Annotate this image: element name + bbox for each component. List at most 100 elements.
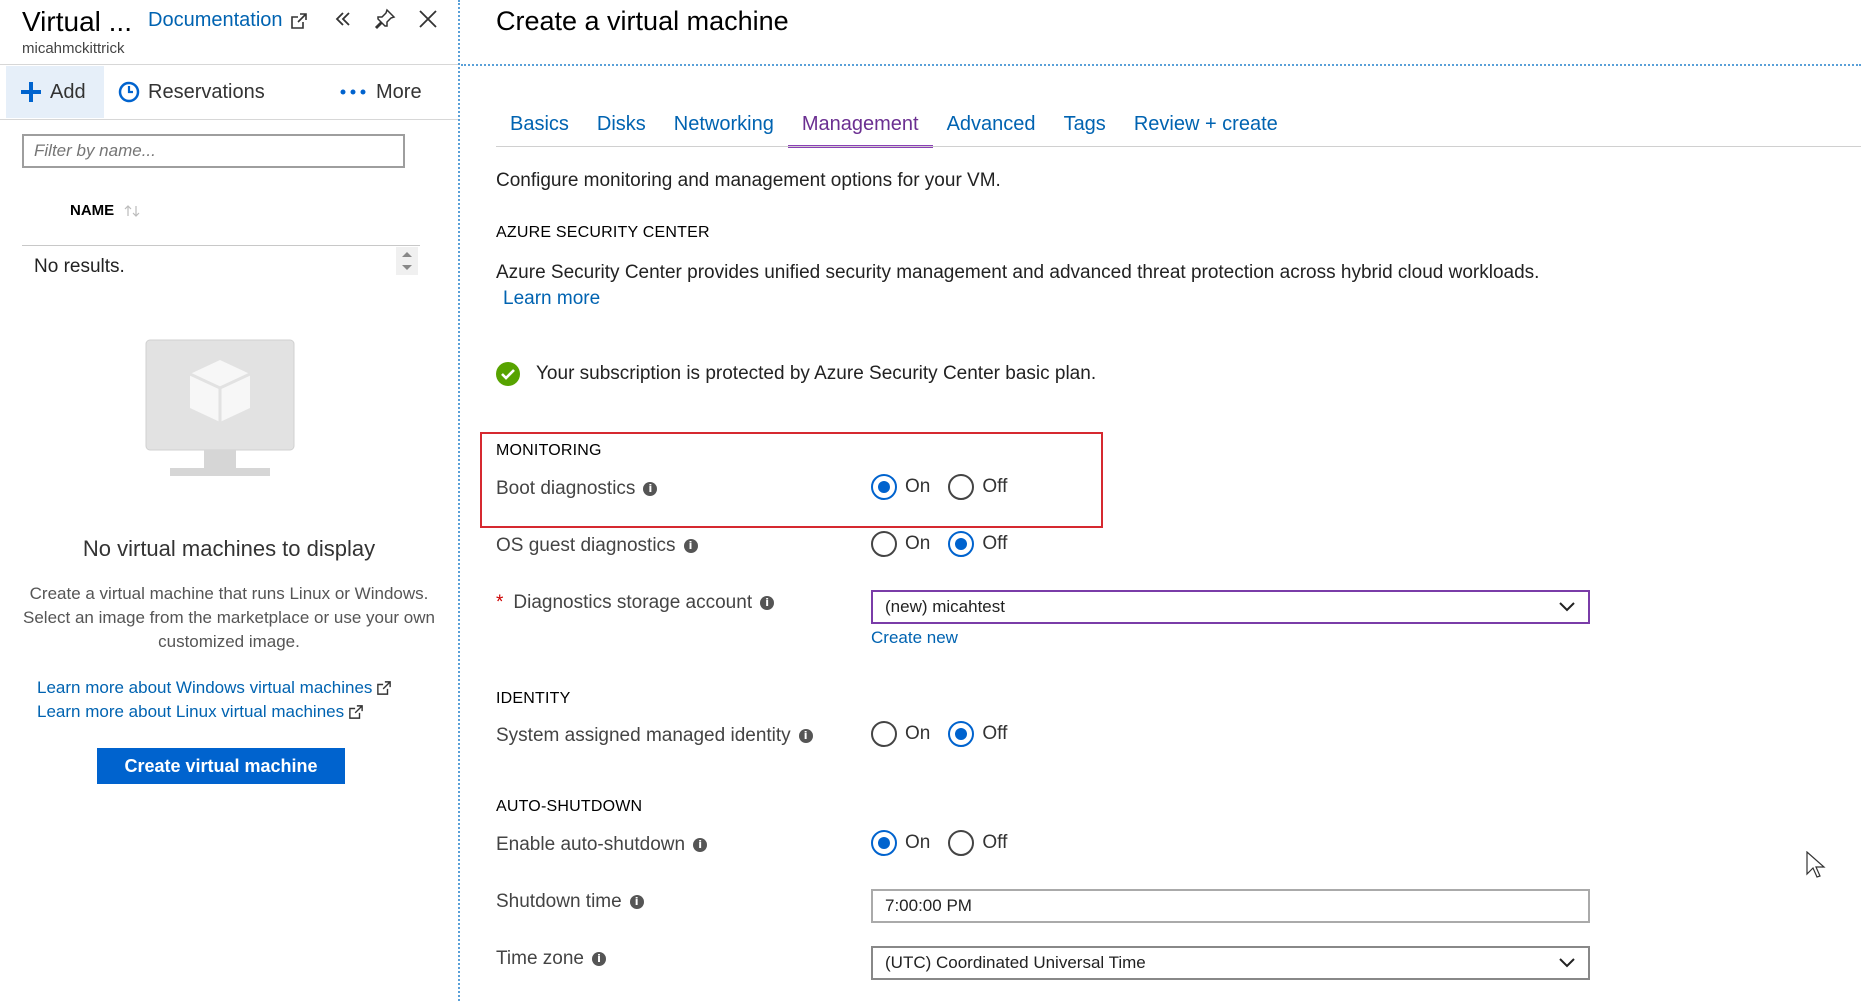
virtual-machine-icon [145,339,295,476]
storage-account-select[interactable]: (new) micahtest [871,590,1590,624]
documentation-link-label: Documentation [148,9,283,31]
clock-icon [118,81,140,103]
tab-basics[interactable]: Basics [496,110,583,148]
info-icon[interactable]: i [592,952,606,966]
sort-icon [124,204,140,217]
info-icon[interactable]: i [693,838,708,852]
radio-on-label: On [905,476,931,497]
create-new-link[interactable]: Create new [871,628,958,648]
section-heading-asc: AZURE SECURITY CENTER [496,224,710,241]
checkmark-circle-icon [496,362,520,386]
radio-off-label: Off [982,476,1008,497]
shutdown-time-input[interactable]: 7:00:00 PM [871,889,1590,923]
info-icon[interactable]: i [683,539,698,553]
list-scrollbar[interactable] [396,247,418,275]
add-button-label: Add [50,80,86,103]
documentation-link[interactable]: Documentation [148,9,307,32]
system-identity-text: System assigned managed identity [496,725,791,746]
info-icon[interactable]: i [798,729,813,743]
collapse-icon[interactable] [334,10,352,28]
name-column-label: NAME [70,202,115,219]
time-zone-text: Time zone [496,948,584,969]
auto-shutdown-radio-group: On Off [871,830,1007,856]
tab-tags[interactable]: Tags [1050,110,1120,148]
tab-networking[interactable]: Networking [660,110,788,148]
system-identity-radio-group: On Off [871,721,1007,747]
info-icon[interactable]: i [760,596,775,610]
plus-icon [21,82,41,102]
tab-management[interactable]: Management [787,110,933,148]
radio-selected-icon [948,531,975,557]
ellipsis-icon [340,89,366,95]
tabs-divider [496,146,1861,147]
info-icon[interactable]: i [643,482,658,496]
auto-shutdown-off-radio[interactable]: Off [948,830,1007,856]
reservations-button[interactable]: Reservations [118,66,265,118]
storage-account-label: * Diagnostics storage account i [496,592,775,614]
boot-diagnostics-radio-group: On Off [871,474,1007,500]
wizard-tabs: Basics Disks Networking Management Advan… [496,110,1292,148]
os-guest-diagnostics-off-radio[interactable]: Off [948,531,1007,557]
filter-input[interactable] [22,134,405,168]
os-guest-diagnostics-radio-group: On Off [871,531,1007,557]
radio-unselected-icon [948,830,975,856]
create-virtual-machine-button[interactable]: Create virtual machine [97,748,345,784]
external-link-icon [349,705,363,719]
section-heading-monitoring: MONITORING [496,442,602,459]
asc-learn-more-link[interactable]: Learn more [503,288,600,310]
empty-state-description: Create a virtual machine that runs Linux… [23,584,435,651]
chevron-down-icon [1559,958,1575,968]
tab-review-create[interactable]: Review + create [1120,110,1292,148]
radio-off-label: Off [982,533,1008,554]
blade-title: Virtual ... [22,6,132,37]
learn-windows-vm-link[interactable]: Learn more about Windows virtual machine… [37,678,392,698]
pin-icon[interactable] [374,8,396,30]
system-identity-off-radio[interactable]: Off [948,721,1007,747]
storage-account-text: Diagnostics storage account [513,592,753,613]
radio-off-label: Off [982,723,1008,744]
learn-windows-vm-label: Learn more about Windows virtual machine… [37,678,373,697]
more-button-label: More [376,80,422,103]
learn-linux-vm-link[interactable]: Learn more about Linux virtual machines [37,702,363,722]
name-column-header[interactable]: NAME [70,202,140,219]
auto-shutdown-on-radio[interactable]: On [871,830,930,856]
header-divider [461,64,1861,66]
tab-advanced[interactable]: Advanced [933,110,1050,148]
learn-linux-vm-label: Learn more about Linux virtual machines [37,702,345,721]
more-button[interactable]: More [340,66,422,118]
radio-selected-icon [871,830,897,856]
create-vm-blade: Create a virtual machine Basics Disks Ne… [461,0,1861,1001]
radio-selected-icon [948,721,975,747]
radio-unselected-icon [948,474,975,500]
boot-diagnostics-off-radio[interactable]: Off [948,474,1007,500]
time-zone-select[interactable]: (UTC) Coordinated Universal Time [871,946,1590,980]
mouse-cursor-icon [1806,851,1826,878]
info-icon[interactable]: i [629,895,644,909]
os-guest-diagnostics-text: OS guest diagnostics [496,535,676,556]
boot-diagnostics-label: Boot diagnostics i [496,478,658,500]
command-bar-divider [0,119,458,120]
section-heading-auto-shutdown: AUTO-SHUTDOWN [496,798,643,815]
time-zone-value: (UTC) Coordinated Universal Time [885,953,1146,972]
system-identity-on-radio[interactable]: On [871,721,930,747]
storage-account-value: (new) micahtest [885,597,1005,616]
scroll-arrows-icon [402,252,412,270]
close-icon[interactable] [418,9,438,29]
boot-diagnostics-on-radio[interactable]: On [871,474,930,500]
add-button[interactable]: Add [6,66,104,118]
asc-status: Your subscription is protected by Azure … [496,362,1096,386]
radio-unselected-icon [871,721,897,747]
shutdown-time-text: Shutdown time [496,891,622,912]
system-identity-label: System assigned managed identity i [496,725,813,747]
chevron-down-icon [1559,602,1575,612]
radio-off-label: Off [982,832,1008,853]
command-bar: Add Reservations More [0,66,458,118]
no-results-text: No results. [34,256,125,277]
os-guest-diagnostics-on-radio[interactable]: On [871,531,930,557]
reservations-button-label: Reservations [148,80,265,103]
blade-divider [458,0,460,1001]
shutdown-time-value: 7:00:00 PM [885,896,972,915]
auto-shutdown-label: Enable auto-shutdown i [496,834,708,856]
section-heading-identity: IDENTITY [496,690,571,707]
tab-disks[interactable]: Disks [583,110,660,148]
